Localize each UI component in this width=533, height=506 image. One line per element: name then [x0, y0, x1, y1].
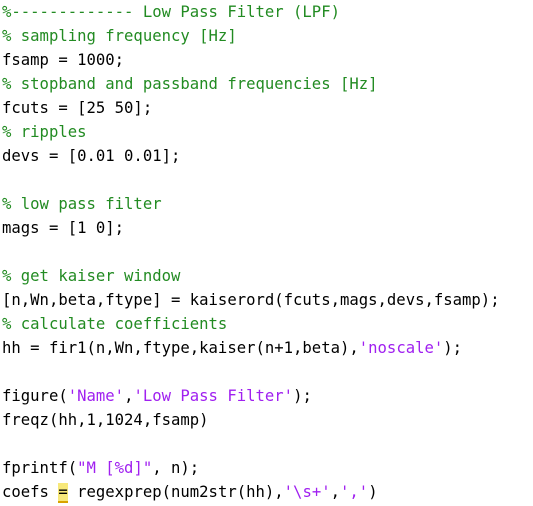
code-line[interactable]: fcuts = [25 50]; [0, 96, 533, 120]
code-line[interactable]: % ripples [0, 120, 533, 144]
code-token: fsamp = 1000; [2, 51, 125, 69]
blank-line[interactable] [0, 240, 533, 264]
comment-token: % calculate coefficients [2, 315, 228, 333]
comment-token: % get kaiser window [2, 267, 181, 285]
code-token: hh = fir1(n,Wn,ftype,kaiser(n+1,beta), [2, 339, 359, 357]
code-line[interactable]: hh = fir1(n,Wn,ftype,kaiser(n+1,beta),'n… [0, 336, 533, 360]
string-literal-token: 'noscale' [358, 339, 444, 357]
code-token: [n,Wn,beta,ftype] = kaiserord(fcuts,mags… [2, 291, 500, 309]
code-token: mags = [1 0]; [2, 219, 125, 237]
code-editor[interactable]: %------------- Low Pass Filter (LPF) % sa… [0, 0, 533, 506]
code-line[interactable]: % sampling frequency [Hz] [0, 24, 533, 48]
code-token: devs = [0.01 0.01]; [2, 147, 181, 165]
code-token: , n); [152, 459, 200, 477]
blank-line[interactable] [0, 360, 533, 384]
comment-token: % stopband and passband frequencies [Hz] [2, 75, 378, 93]
code-token: freqz(hh,1,1024,fsamp) [2, 411, 209, 429]
comment-token: % low pass filter [2, 195, 162, 213]
code-line[interactable]: %------------- Low Pass Filter (LPF) [0, 0, 533, 24]
string-literal-token: "M [%d]" [77, 459, 153, 477]
comment-token: % sampling frequency [Hz] [2, 27, 237, 45]
code-line[interactable]: % stopband and passband frequencies [Hz] [0, 72, 533, 96]
code-line[interactable]: % get kaiser window [0, 264, 533, 288]
code-line[interactable]: devs = [0.01 0.01]; [0, 144, 533, 168]
code-line[interactable]: figure('Name','Low Pass Filter'); [0, 384, 533, 408]
code-token: ); [293, 387, 312, 405]
string-literal-token: ',' [340, 483, 369, 501]
blank-line[interactable] [0, 168, 533, 192]
code-token: ); [443, 339, 463, 357]
code-line[interactable]: [n,Wn,beta,ftype] = kaiserord(fcuts,mags… [0, 288, 533, 312]
code-line[interactable]: mags = [1 0]; [0, 216, 533, 240]
code-token: fcuts = [25 50]; [2, 99, 153, 117]
code-line[interactable]: % calculate coefficients [0, 312, 533, 336]
code-line[interactable]: fsamp = 1000; [0, 48, 533, 72]
blank-line[interactable] [0, 432, 533, 456]
code-token: figure( [2, 387, 68, 405]
code-line[interactable]: freqz(hh,1,1024,fsamp) [0, 408, 533, 432]
code-line[interactable]: coefs = regexprep(num2str(hh),'\s+',',') [0, 480, 533, 504]
code-line[interactable]: fprintf("M [%d]", n); [0, 456, 533, 480]
comment-token: % ripples [2, 123, 87, 141]
code-token: ) [368, 483, 378, 501]
warning-highlight-token: = [58, 483, 68, 503]
string-literal-token: 'Low Pass Filter' [133, 387, 294, 405]
code-token: , [330, 483, 341, 501]
code-token: fprintf( [2, 459, 78, 477]
comment-token: %------------- Low Pass Filter (LPF) [2, 3, 340, 21]
code-token: coefs [2, 483, 59, 501]
code-token: regexprep(num2str(hh), [67, 483, 284, 501]
string-literal-token: 'Name' [67, 387, 125, 405]
string-literal-token: '\s+' [283, 483, 331, 501]
code-line[interactable]: % low pass filter [0, 192, 533, 216]
